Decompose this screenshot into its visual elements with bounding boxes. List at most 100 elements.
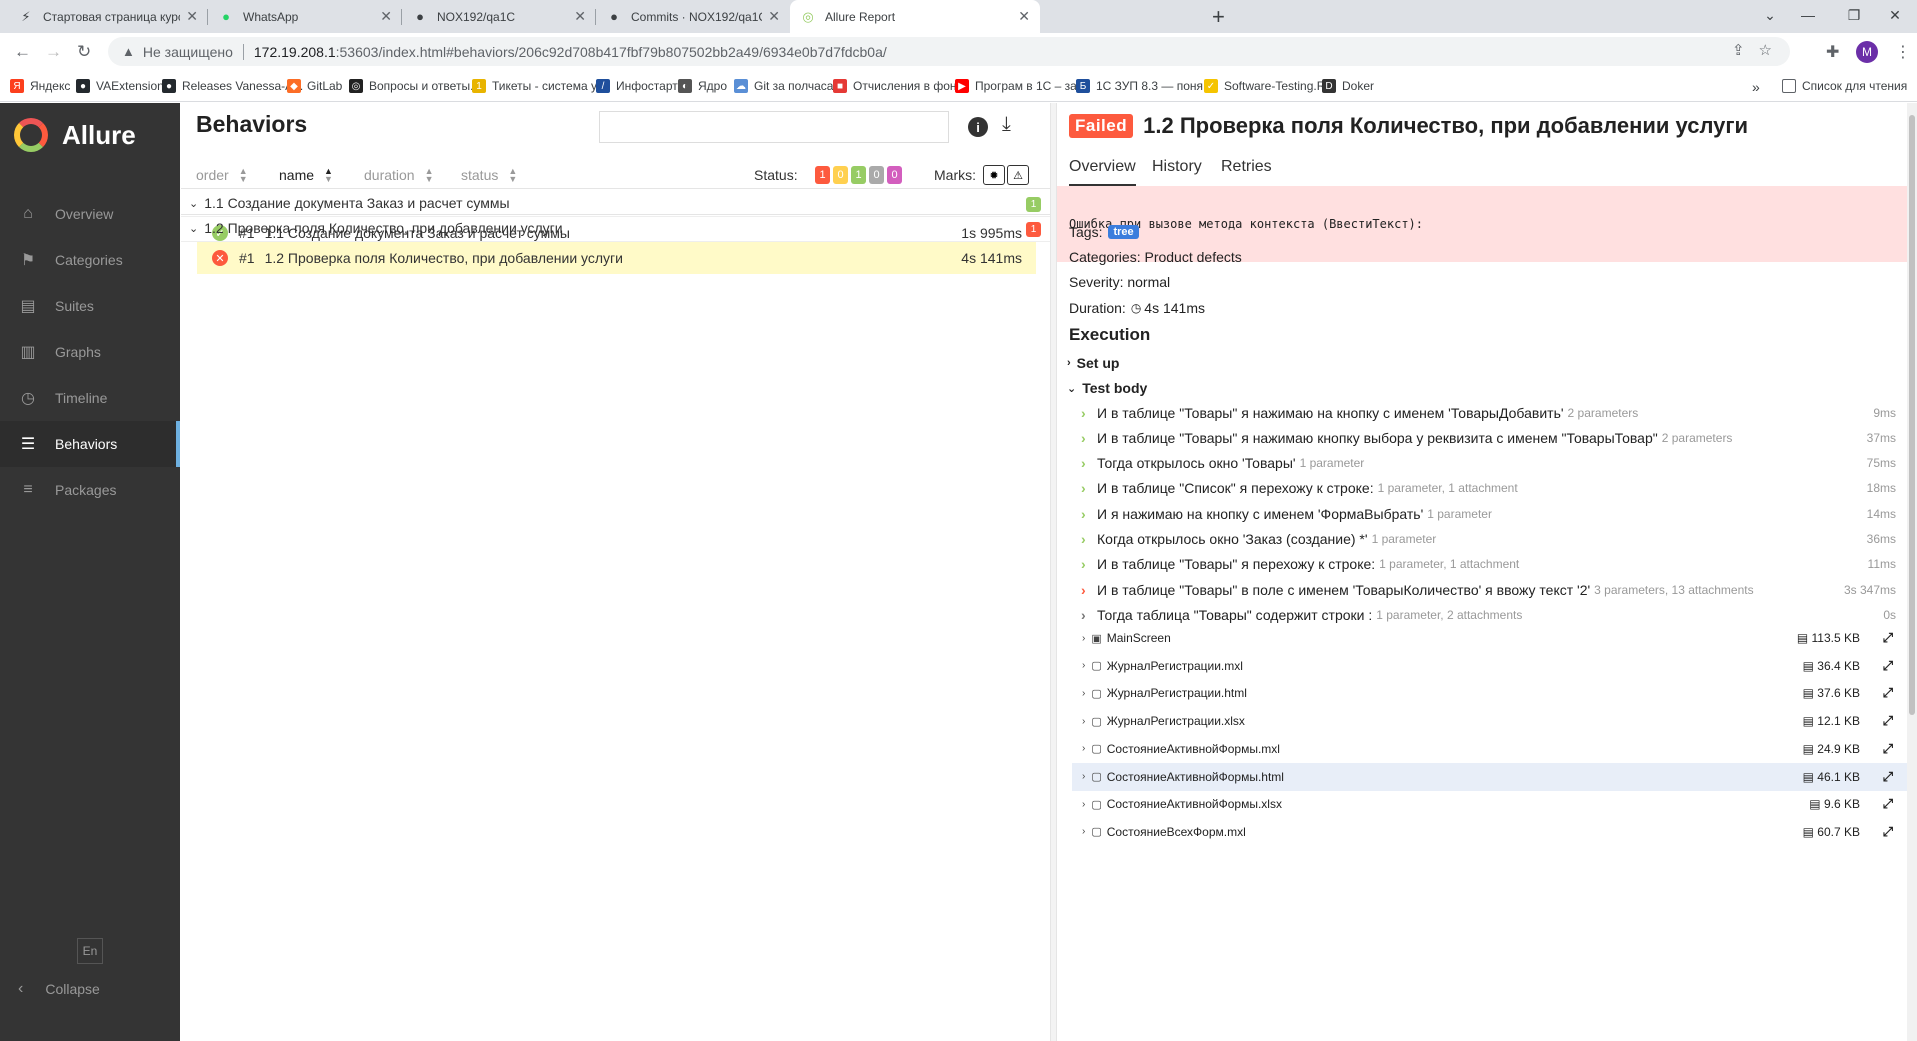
sort-order[interactable]: order ▲ ▼ <box>196 167 248 184</box>
bookmark-item[interactable]: 1 Тикеты - система у... <box>472 79 606 93</box>
bookmark-item[interactable]: ▶ Програм в 1С – за... <box>955 79 1087 93</box>
attachment-row[interactable]: › ▢ СостояниеВсехФорм.mxl ▤ 60.7 KB ⤢ <box>1072 818 1907 846</box>
flaky-bomb-icon[interactable]: ✹ <box>983 165 1005 185</box>
bookmark-item[interactable]: ◆ GitLab <box>287 79 342 93</box>
attachment-row[interactable]: › ▢ ЖурналРегистрации.xlsx ▤ 12.1 KB ⤢ <box>1072 707 1907 735</box>
group-header[interactable]: ⌄ 1.2 Проверка поля Количество, при доба… <box>181 215 1050 242</box>
scrollbar[interactable] <box>1907 103 1917 1041</box>
expand-icon[interactable]: ⤢ <box>1883 824 1893 840</box>
expand-icon[interactable]: ⤢ <box>1883 741 1893 757</box>
reload-icon[interactable]: ↻ <box>77 42 91 62</box>
url-host[interactable]: 172.19.208.1 <box>254 44 336 60</box>
attachment-row[interactable]: › ▢ СостояниеАктивнойФормы.html ▤ 46.1 KB ⤢ <box>1072 762 1907 791</box>
browser-tab-active[interactable]: ◎ Allure Report ✕ <box>790 0 1040 33</box>
close-tab-icon[interactable]: ✕ <box>380 8 392 25</box>
pane-splitter[interactable] <box>1050 103 1057 1041</box>
expand-icon[interactable]: ⤢ <box>1883 630 1893 646</box>
expand-icon[interactable]: ⤢ <box>1883 685 1893 701</box>
search-input[interactable] <box>599 111 949 143</box>
close-tab-icon[interactable]: ✕ <box>574 8 586 25</box>
group-header[interactable]: ⌄ 1.1 Создание документа Заказ и расчет … <box>181 190 1050 217</box>
browser-tab[interactable]: ⚡ Стартовая страница курса «Сце ✕ <box>8 0 208 33</box>
attachment-row[interactable]: › ▢ СостояниеАктивнойФормы.mxl ▤ 24.9 KB ⤢ <box>1072 735 1907 763</box>
close-tab-icon[interactable]: ✕ <box>1018 8 1030 25</box>
bookmark-item[interactable]: ✓ Software-Testing.Ru <box>1204 79 1332 93</box>
test-body-stage[interactable]: ⌄ Test body <box>1067 380 1147 396</box>
bookmark-item[interactable]: ◐ Ядро <box>678 79 727 93</box>
status-failed-toggle[interactable]: 1 <box>815 166 830 184</box>
bookmark-item[interactable]: Б 1С ЗУП 8.3 — поня... <box>1076 79 1213 93</box>
close-tab-icon[interactable]: ✕ <box>768 8 780 25</box>
new-tab-plus-icon[interactable]: + <box>1212 4 1225 30</box>
bookmark-item[interactable]: ☁ Git за полчаса: <box>734 79 837 93</box>
step-row[interactable]: › И в таблице "Список" я перехожу к строк… <box>1081 476 1899 501</box>
browser-tab[interactable]: ● NOX192/qa1C ✕ <box>402 0 596 33</box>
address-bar[interactable]: ▲ Не защищено 172.19.208.1:53603/index.h… <box>108 37 1790 66</box>
step-row[interactable]: › И в таблице "Товары" я перехожу к строк… <box>1081 552 1899 577</box>
tab-overview[interactable]: Overview <box>1069 158 1136 186</box>
attachment-row[interactable]: › ▢ ЖурналРегистрации.mxl ▤ 36.4 KB ⤢ <box>1072 652 1907 680</box>
info-icon[interactable]: i <box>968 117 988 137</box>
minimize-icon[interactable]: — <box>1785 0 1831 30</box>
sort-name[interactable]: name ▲ ▼ <box>279 167 333 184</box>
status-unknown-toggle[interactable]: 0 <box>887 166 902 184</box>
status-skipped-toggle[interactable]: 0 <box>869 166 884 184</box>
download-icon[interactable]: ⤓ <box>1002 113 1011 136</box>
allure-logo[interactable]: Allure <box>14 118 136 152</box>
expand-icon[interactable]: ⤢ <box>1883 713 1893 729</box>
profile-avatar[interactable]: M <box>1856 41 1878 63</box>
expand-icon[interactable]: ⤢ <box>1883 769 1893 785</box>
attachment-row[interactable]: › ▣ MainScreen ▤ 113.5 KB ⤢ <box>1072 624 1907 652</box>
bookmark-item[interactable]: Я Яндекс <box>10 79 70 93</box>
expand-icon[interactable]: ⤢ <box>1883 658 1893 674</box>
bookmark-item[interactable]: / Инфостарт <box>596 79 678 93</box>
sidebar-item-timeline[interactable]: ◷ Timeline <box>0 375 180 421</box>
step-row[interactable]: › Тогда открылось окно 'Товары' 1 paramete… <box>1081 451 1899 476</box>
bookmark-item[interactable]: ● VAExtension <box>76 79 164 93</box>
tab-history[interactable]: History <box>1152 158 1202 184</box>
sidebar-item-overview[interactable]: ⌂ Overview <box>0 191 180 237</box>
tab-retries[interactable]: Retries <box>1221 158 1272 184</box>
back-arrow-icon[interactable]: ← <box>14 42 31 62</box>
restore-icon[interactable]: ❐ <box>1831 0 1877 30</box>
browser-tab[interactable]: ● WhatsApp ✕ <box>208 0 402 33</box>
new-failed-warning-icon[interactable]: ⚠ <box>1007 165 1029 185</box>
sort-status[interactable]: status ▲ ▼ <box>461 167 517 184</box>
bookmark-item[interactable]: ■ Отчисления в фон... <box>833 79 967 93</box>
close-tab-icon[interactable]: ✕ <box>186 8 198 25</box>
close-window-icon[interactable]: ✕ <box>1872 0 1917 30</box>
bookmark-item[interactable]: D Doker <box>1322 79 1374 93</box>
insecure-label[interactable]: Не защищено <box>143 44 233 60</box>
browser-tab[interactable]: ● Commits · NOX192/qa1C ✕ <box>596 0 790 33</box>
sort-duration[interactable]: duration ▲ ▼ <box>364 167 434 184</box>
sidebar-item-graphs[interactable]: ▥ Graphs <box>0 329 180 375</box>
step-row[interactable]: › И в таблице "Товары" в поле с именем 'Т… <box>1081 577 1899 602</box>
reading-list-button[interactable]: Список для чтения <box>1782 79 1907 93</box>
step-row[interactable]: › Когда открылось окно 'Заказ (создание) … <box>1081 527 1899 552</box>
url-path[interactable]: :53603/index.html#behaviors/206c92d708b4… <box>336 44 887 60</box>
sidebar-item-behaviors[interactable]: ☰ Behaviors <box>0 421 180 467</box>
extensions-puzzle-icon[interactable]: ✚ <box>1826 42 1839 62</box>
bookmark-item[interactable]: ◎ Вопросы и ответы... <box>349 79 480 93</box>
expand-icon[interactable]: ⤢ <box>1883 796 1893 812</box>
setup-stage[interactable]: › Set up <box>1067 355 1119 371</box>
sidebar-item-suites[interactable]: ▤ Suites <box>0 283 180 329</box>
sidebar-item-categories[interactable]: ⚑ Categories <box>0 237 180 283</box>
forward-arrow-icon[interactable]: → <box>45 42 62 62</box>
language-switch[interactable]: En <box>77 938 103 964</box>
bookmark-item[interactable]: ● Releases Vanessa-A... <box>162 79 303 93</box>
sidebar-item-packages[interactable]: ≡ Packages <box>0 467 180 513</box>
bookmarks-more[interactable]: » <box>1752 79 1760 95</box>
share-icon[interactable]: ⇪ <box>1732 41 1745 59</box>
test-row-selected[interactable]: ✕ #1 1.2 Проверка поля Количество, при д… <box>197 242 1036 274</box>
step-row[interactable]: › И в таблице "Товары" я нажимаю кнопку в… <box>1081 425 1899 450</box>
scrollbar-thumb[interactable] <box>1909 115 1915 715</box>
warning-icon[interactable]: ▲ <box>122 44 135 59</box>
step-row[interactable]: › И я нажимаю на кнопку с именем 'ФормаВы… <box>1081 501 1899 526</box>
collapse-button[interactable]: ‹ Collapse <box>18 980 100 998</box>
status-passed-toggle[interactable]: 1 <box>851 166 866 184</box>
status-broken-toggle[interactable]: 0 <box>833 166 848 184</box>
bookmark-star-icon[interactable]: ☆ <box>1759 41 1772 59</box>
attachment-row[interactable]: › ▢ СостояниеАктивнойФормы.xlsx ▤ 9.6 KB ⤢ <box>1072 790 1907 818</box>
step-row[interactable]: › И в таблице "Товары" я нажимаю на кнопк… <box>1081 400 1899 425</box>
